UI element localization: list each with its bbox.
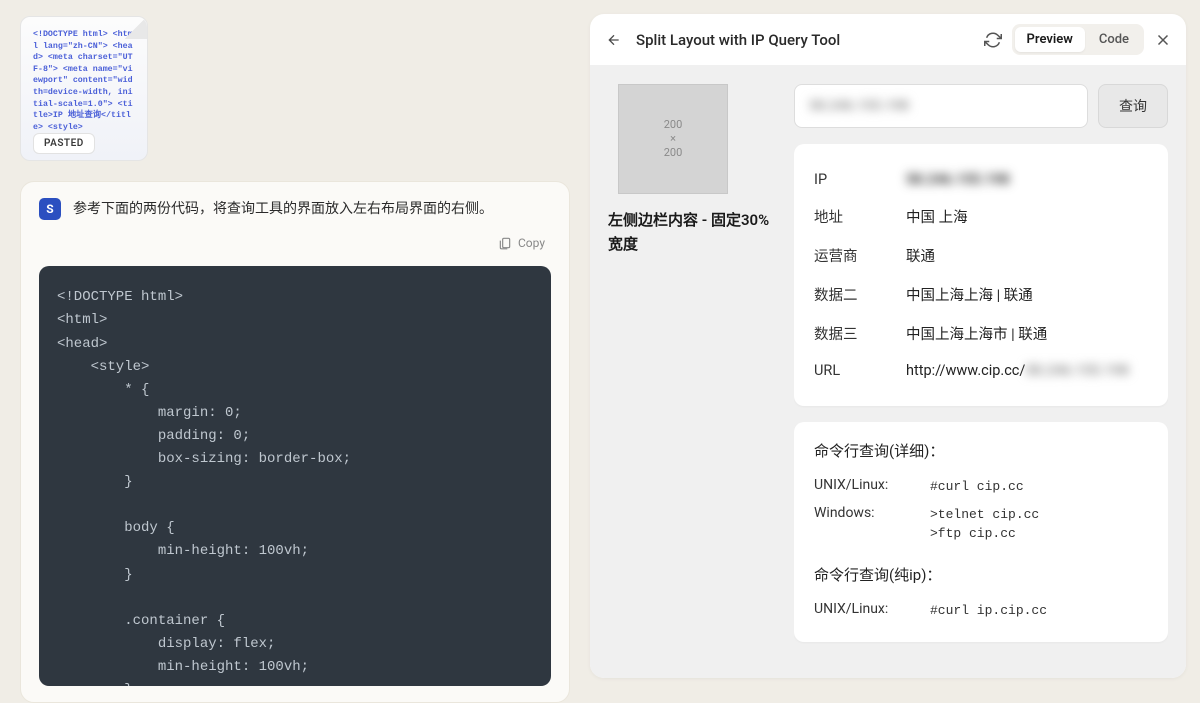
- info-label: 地址: [814, 206, 906, 227]
- cmd-value: >telnet cip.cc >ftp cip.cc: [930, 505, 1039, 544]
- info-label: IP: [814, 171, 906, 188]
- close-button[interactable]: [1154, 31, 1172, 49]
- refresh-button[interactable]: [984, 31, 1002, 49]
- panel-header: Split Layout with IP Query Tool Preview …: [590, 14, 1186, 66]
- info-label: 运营商: [814, 245, 906, 266]
- info-row-d2: 数据二 中国上海上海 | 联通: [814, 275, 1148, 314]
- url-prefix: http://www.cip.cc/: [906, 362, 1025, 379]
- code-block[interactable]: <!DOCTYPE html> <html> <head> <style> * …: [39, 266, 551, 686]
- placeholder-x: ×: [670, 132, 676, 146]
- info-value: 中国上海上海市 | 联通: [906, 323, 1047, 344]
- attachment-code-preview: <!DOCTYPE html> <html lang="zh-CN"> <hea…: [33, 29, 135, 133]
- info-value: http://www.cip.cc/58.246.155.198: [906, 362, 1129, 379]
- url-suffix: 58.246.155.198: [1025, 362, 1128, 379]
- tab-code[interactable]: Code: [1087, 27, 1141, 52]
- info-label: URL: [814, 362, 906, 379]
- prompt-text: 参考下面的两份代码，将查询工具的界面放入左右布局界面的右侧。: [73, 198, 493, 220]
- query-button[interactable]: 查询: [1098, 84, 1168, 128]
- back-button[interactable]: [604, 30, 624, 50]
- cmd-title-1: 命令行查询(详细)：: [814, 440, 1148, 461]
- arrow-left-icon: [606, 32, 622, 48]
- cmd-row-unix: UNIX/Linux: #curl cip.cc: [814, 473, 1148, 501]
- refresh-icon: [984, 31, 1002, 49]
- tab-preview[interactable]: Preview: [1015, 27, 1085, 52]
- layout-left-text: 左侧边栏内容 - 固定30%宽度: [608, 208, 776, 256]
- copy-label: Copy: [518, 236, 545, 250]
- cmd-value: #curl ip.cip.cc: [930, 601, 1047, 621]
- ip-input[interactable]: 58.246.155.198: [794, 84, 1088, 128]
- info-row-url: URL http://www.cip.cc/58.246.155.198: [814, 353, 1148, 388]
- layout-left-sidebar: 200 × 200 左侧边栏内容 - 固定30%宽度: [608, 84, 776, 660]
- cmd-label: UNIX/Linux:: [814, 601, 930, 617]
- cmd-row-win: Windows: >telnet cip.cc >ftp cip.cc: [814, 501, 1148, 548]
- info-row-isp: 运营商 联通: [814, 236, 1148, 275]
- attachment-badge: PASTED: [33, 133, 95, 154]
- cmd-label: UNIX/Linux:: [814, 477, 930, 493]
- cmd-value: #curl cip.cc: [930, 477, 1024, 497]
- info-value: 中国 上海: [906, 206, 968, 227]
- avatar: S: [39, 198, 61, 220]
- info-value: 58.246.155.198: [906, 171, 1009, 188]
- panel-title: Split Layout with IP Query Tool: [636, 31, 972, 49]
- placeholder-h: 200: [664, 146, 683, 160]
- info-card: IP 58.246.155.198 地址 中国 上海 运营商 联通 数据二 中国…: [794, 144, 1168, 406]
- info-label: 数据三: [814, 323, 906, 344]
- info-row-d3: 数据三 中国上海上海市 | 联通: [814, 314, 1148, 353]
- info-value: 中国上海上海 | 联通: [906, 284, 1033, 305]
- close-icon: [1154, 31, 1172, 49]
- cmd-row-unix2: UNIX/Linux: #curl ip.cip.cc: [814, 597, 1148, 625]
- info-value: 联通: [906, 245, 935, 266]
- layout-right-content: 58.246.155.198 查询 IP 58.246.155.198 地址 中…: [794, 84, 1168, 660]
- cmd-card: 命令行查询(详细)： UNIX/Linux: #curl cip.cc Wind…: [794, 422, 1168, 642]
- placeholder-image: 200 × 200: [618, 84, 728, 194]
- placeholder-w: 200: [664, 118, 683, 132]
- ip-input-value: 58.246.155.198: [809, 98, 909, 114]
- attachment-card[interactable]: <!DOCTYPE html> <html lang="zh-CN"> <hea…: [20, 16, 148, 161]
- info-row-ip: IP 58.246.155.198: [814, 162, 1148, 197]
- cmd-label: Windows:: [814, 505, 930, 521]
- panel-body: 200 × 200 左侧边栏内容 - 固定30%宽度 58.246.155.19…: [590, 66, 1186, 678]
- preview-panel: Split Layout with IP Query Tool Preview …: [590, 14, 1186, 678]
- page-fold-decoration: [125, 17, 147, 39]
- cmd-title-2: 命令行查询(纯ip)：: [814, 564, 1148, 585]
- clipboard-icon: [498, 236, 512, 250]
- info-row-addr: 地址 中国 上海: [814, 197, 1148, 236]
- prompt-container: S 参考下面的两份代码，将查询工具的界面放入左右布局界面的右侧。 Copy <!…: [20, 181, 570, 703]
- info-label: 数据二: [814, 284, 906, 305]
- copy-button[interactable]: Copy: [39, 236, 551, 250]
- view-toggle: Preview Code: [1012, 24, 1144, 55]
